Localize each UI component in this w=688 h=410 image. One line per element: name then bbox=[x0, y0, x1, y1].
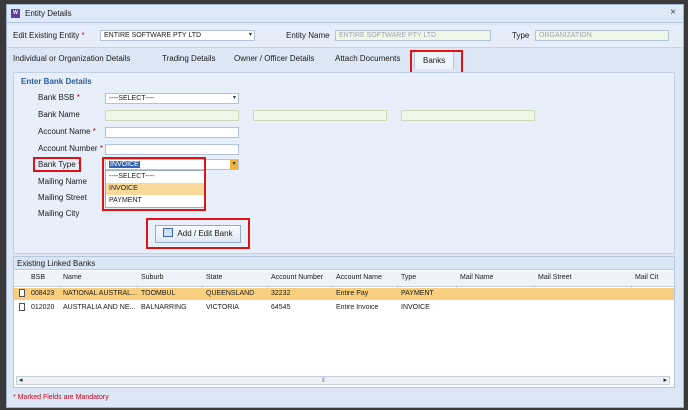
edit-entity-select[interactable]: ENTIRE SOFTWARE PTY LTD ▾ bbox=[100, 30, 255, 41]
mandatory-note: * Marked Fields are Mandatory bbox=[13, 394, 109, 401]
linked-banks-grid: Existing Linked Banks BSB Name Suburb St… bbox=[13, 256, 675, 388]
table-row[interactable]: 008423 NATIONAL AUSTRAL... TOOMBUL QUEEN… bbox=[14, 288, 674, 300]
document-icon bbox=[19, 289, 25, 297]
app-icon: W bbox=[11, 9, 20, 18]
edit-entity-value: ENTIRE SOFTWARE PTY LTD bbox=[104, 32, 202, 39]
table-row[interactable]: 012020 AUSTRALIA AND NE... BALNARRING VI… bbox=[14, 302, 674, 314]
mailing-city-label: Mailing City bbox=[38, 209, 80, 218]
col-mail-street[interactable]: Mail Street bbox=[538, 274, 571, 281]
col-bsb[interactable]: BSB bbox=[31, 274, 45, 281]
tab-owner-officer[interactable]: Owner / Officer Details bbox=[234, 54, 314, 63]
account-name-label-text: Account Name bbox=[38, 127, 91, 136]
scroll-right-icon[interactable]: ▸ bbox=[663, 376, 667, 384]
tab-strip: Individual or Organization Details Tradi… bbox=[7, 50, 683, 70]
chevron-down-icon: ▾ bbox=[232, 95, 236, 101]
cell-suburb: TOOMBUL bbox=[141, 290, 176, 297]
col-account-name[interactable]: Account Name bbox=[336, 274, 382, 281]
bank-name-field-3[interactable] bbox=[401, 110, 535, 121]
col-mail-city[interactable]: Mail Cit bbox=[635, 274, 658, 281]
chevron-down-icon: ▾ bbox=[248, 32, 252, 38]
highlight-add-edit-button bbox=[146, 218, 250, 249]
account-name-label: Account Name * bbox=[38, 127, 96, 136]
scroll-thumb[interactable]: ⦀ bbox=[322, 378, 325, 385]
cell-name: NATIONAL AUSTRAL... bbox=[63, 290, 137, 297]
mailing-name-label: Mailing Name bbox=[38, 177, 87, 186]
tab-attach-documents[interactable]: Attach Documents bbox=[335, 54, 400, 63]
required-mark: * bbox=[81, 31, 85, 40]
bank-bsb-select[interactable]: ----SELECT---- ▾ bbox=[105, 93, 239, 104]
type-label: Type bbox=[512, 31, 530, 40]
col-state[interactable]: State bbox=[206, 274, 222, 281]
horizontal-scrollbar[interactable]: ◂ ⦀ ▸ bbox=[16, 376, 670, 385]
required-mark: * bbox=[76, 93, 80, 102]
cell-type: INVOICE bbox=[401, 304, 430, 311]
cell-account-number: 32232 bbox=[271, 290, 291, 297]
grid-header: BSB Name Suburb State Account Number Acc… bbox=[14, 271, 674, 300]
cell-bsb: 012020 bbox=[31, 304, 55, 311]
cell-account-number: 64545 bbox=[271, 304, 291, 311]
tab-trading-details[interactable]: Trading Details bbox=[162, 54, 216, 63]
type-field: ORGANIZATION bbox=[535, 30, 669, 41]
entity-name-label: Entity Name bbox=[286, 31, 330, 40]
required-mark: * bbox=[99, 144, 103, 153]
window-title: Entity Details bbox=[25, 9, 72, 18]
cell-bsb: 008423 bbox=[31, 290, 55, 297]
account-name-input[interactable] bbox=[105, 127, 239, 138]
cell-type: PAYMENT bbox=[401, 290, 434, 297]
highlight-bank-type-label bbox=[33, 157, 81, 172]
bank-name-field-1[interactable] bbox=[105, 110, 239, 121]
col-mail-name[interactable]: Mail Name bbox=[460, 274, 493, 281]
col-type[interactable]: Type bbox=[401, 274, 416, 281]
edit-entity-label-text: Edit Existing Entity bbox=[13, 31, 80, 40]
mailing-street-label: Mailing Street bbox=[38, 193, 87, 202]
cell-suburb: BALNARRING bbox=[141, 304, 187, 311]
col-suburb[interactable]: Suburb bbox=[141, 274, 164, 281]
linked-banks-title: Existing Linked Banks bbox=[14, 257, 674, 270]
close-icon[interactable]: × bbox=[670, 7, 676, 18]
cell-name: AUSTRALIA AND NE... bbox=[63, 304, 136, 311]
scroll-left-icon[interactable]: ◂ bbox=[19, 376, 23, 384]
bank-details-panel: Enter Bank Details Bank BSB * ----SELECT… bbox=[13, 72, 675, 254]
edit-entity-label: Edit Existing Entity * bbox=[13, 31, 85, 40]
col-name[interactable]: Name bbox=[63, 274, 82, 281]
bank-name-label: Bank Name bbox=[38, 110, 80, 119]
section-title: Enter Bank Details bbox=[21, 77, 92, 86]
account-number-label-text: Account Number bbox=[38, 144, 98, 153]
col-account-number[interactable]: Account Number bbox=[271, 274, 323, 281]
tab-individual-organization[interactable]: Individual or Organization Details bbox=[13, 54, 130, 63]
bank-bsb-value: ----SELECT---- bbox=[109, 95, 155, 102]
account-number-label: Account Number * bbox=[38, 144, 103, 153]
required-mark: * bbox=[92, 127, 96, 136]
entity-details-window: W Entity Details × Edit Existing Entity … bbox=[6, 4, 684, 408]
cell-account-name: Entire Pay bbox=[336, 290, 369, 297]
highlight-bank-type-dropdown bbox=[102, 157, 206, 211]
bank-bsb-label-text: Bank BSB bbox=[38, 93, 75, 102]
entity-top-bar: Edit Existing Entity * ENTIRE SOFTWARE P… bbox=[7, 25, 683, 48]
entity-name-field: ENTIRE SOFTWARE PTY LTD bbox=[335, 30, 491, 41]
chevron-down-icon[interactable]: ▾ bbox=[230, 160, 238, 169]
bank-bsb-label: Bank BSB * bbox=[38, 93, 80, 102]
bank-name-field-2[interactable] bbox=[253, 110, 387, 121]
account-number-input[interactable] bbox=[105, 144, 239, 155]
cell-account-name: Entire Invoice bbox=[336, 304, 379, 311]
cell-state: QUEENSLAND bbox=[206, 290, 255, 297]
document-icon bbox=[19, 303, 25, 311]
title-bar: W Entity Details × bbox=[7, 5, 683, 23]
cell-state: VICTORIA bbox=[206, 304, 239, 311]
